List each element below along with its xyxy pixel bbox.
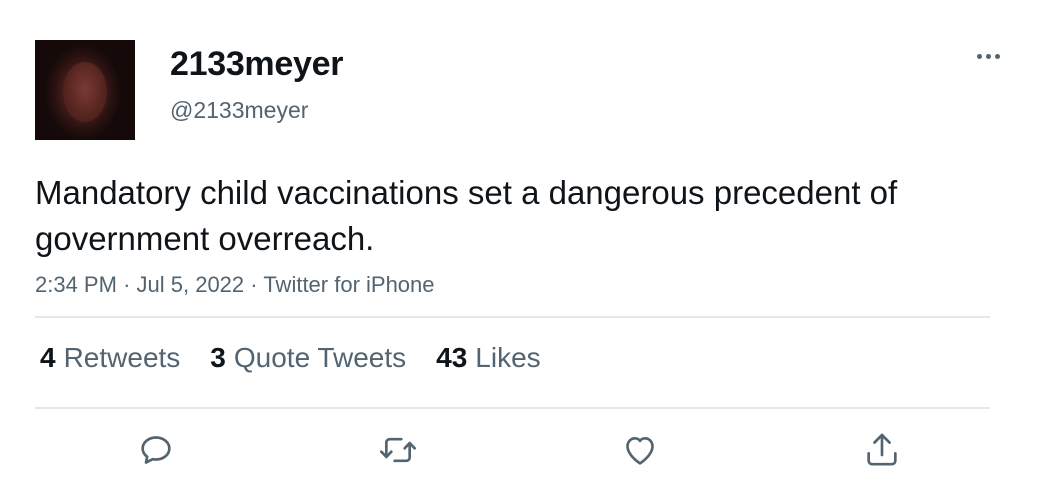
tweet-time[interactable]: 2:34 PM: [35, 272, 117, 297]
tweet-source[interactable]: Twitter for iPhone: [263, 272, 434, 297]
avatar[interactable]: [35, 40, 135, 140]
quote-tweets-stat[interactable]: 3 Quote Tweets: [210, 340, 406, 376]
tweet-text: Mandatory child vaccinations set a dange…: [35, 174, 898, 257]
like-button[interactable]: [618, 428, 662, 472]
user-handle[interactable]: @2133meyer: [170, 96, 308, 124]
likes-label: Likes: [475, 342, 541, 373]
retweets-count: 4: [40, 342, 56, 373]
retweet-icon: [380, 437, 416, 463]
divider: [35, 316, 990, 318]
quote-tweets-label: Quote Tweets: [233, 342, 407, 373]
tweet-meta: 2:34 PM · Jul 5, 2022 · Twitter for iPho…: [35, 270, 435, 300]
retweets-stat[interactable]: 4 Retweets: [40, 340, 180, 376]
quote-tweets-count: 3: [210, 342, 226, 373]
reply-button[interactable]: [134, 428, 178, 472]
retweet-button[interactable]: [376, 428, 420, 472]
more-dot: [985, 53, 991, 59]
meta-separator: ·: [123, 272, 137, 297]
share-icon: [867, 433, 897, 466]
heart-icon: [626, 437, 654, 465]
likes-stat[interactable]: 43 Likes: [436, 340, 541, 376]
share-button[interactable]: [860, 428, 904, 472]
meta-separator: ·: [250, 272, 264, 297]
engagement-stats: 4 Retweets 3 Quote Tweets 43 Likes: [40, 340, 541, 376]
reply-icon: [141, 436, 171, 464]
action-bar: [0, 428, 1050, 472]
divider: [35, 407, 990, 409]
more-dot: [994, 53, 1000, 59]
retweets-label: Retweets: [63, 342, 181, 373]
avatar-face: [63, 62, 107, 122]
tweet-date[interactable]: Jul 5, 2022: [137, 272, 245, 297]
more-horizontal-icon: [976, 53, 982, 59]
tweet-card: 2133meyer @2133meyer Mandatory child vac…: [0, 0, 1050, 480]
likes-count: 43: [436, 342, 468, 373]
display-name[interactable]: 2133meyer: [170, 44, 343, 84]
more-options-button[interactable]: [968, 40, 1008, 72]
